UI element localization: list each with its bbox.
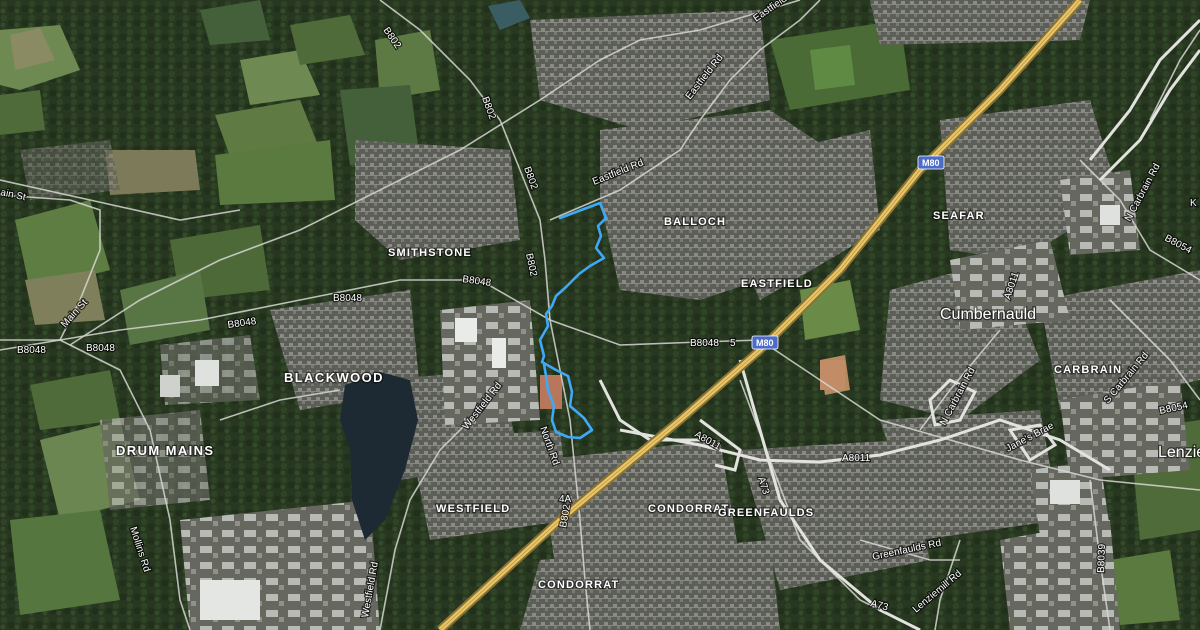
place-label-smithstone: SMITHSTONE [388,247,472,259]
place-label-condorrat-b: CONDORRAT [538,579,619,591]
road-label-a8011-b: A8011 [842,453,871,464]
place-label-cumbernauld: Cumbernauld [940,306,1036,323]
road-label-b8039: B8039 [1096,543,1108,573]
road-label-b8048-b: B8048 [333,293,362,304]
place-label-westfield: WESTFIELD [436,503,510,515]
road-label-b8048-f: B8048 [690,338,719,349]
road-label-edge-k: K [1190,198,1197,209]
satellite-map[interactable]: B802 B802 B802 B802 B802 Eastfield Rd Ea… [0,0,1200,630]
shield-label-m80-a: M80 [922,158,940,168]
junction-5-label: 5 [730,338,736,349]
place-label-blackwood: BLACKWOOD [284,370,384,385]
m80-shield-b: M80 [751,335,779,350]
place-label-balloch: BALLOCH [664,216,726,228]
place-label-carbrain: CARBRAIN [1054,364,1122,376]
place-label-drum-mains: DRUM MAINS [116,443,215,458]
place-label-greenfaulds: GREENFAULDS [718,507,814,519]
shield-label-m80-b: M80 [756,338,774,348]
place-label-lenzie: Lenzie [1158,444,1200,461]
m80-shield-a: M80 [917,155,945,170]
junction-4a-label: 4A [559,494,572,505]
road-label-b8048-e: B8048 [17,345,46,356]
road-label-b8048-d: B8048 [86,343,115,354]
place-label-eastfield: EASTFIELD [741,278,813,290]
place-label-seafar: SEAFAR [933,210,985,222]
